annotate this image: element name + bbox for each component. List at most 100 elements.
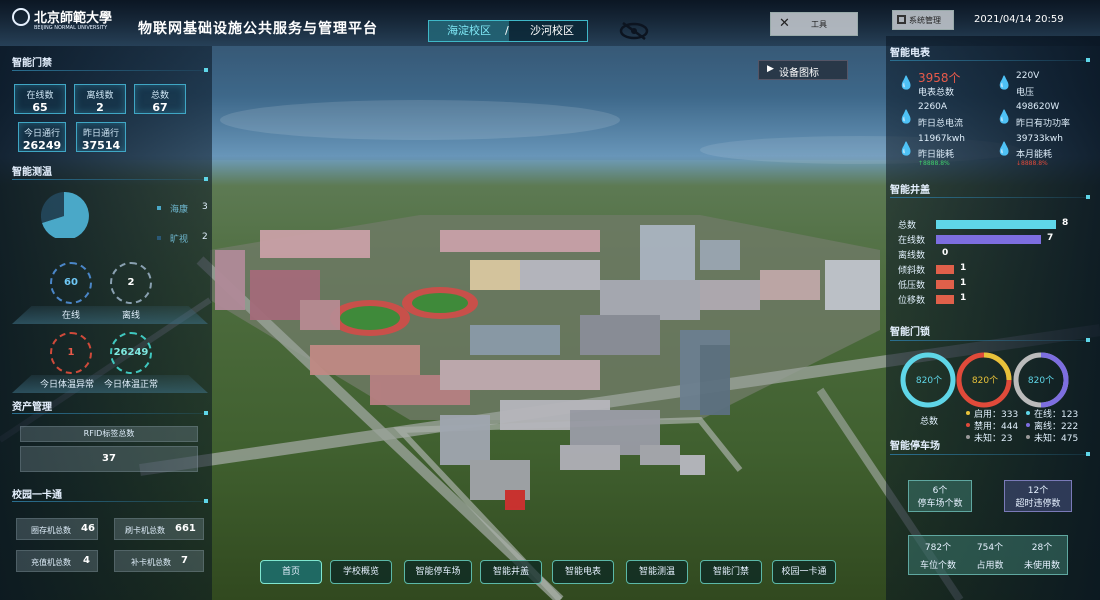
parking-spaces-used-value: 754个: [976, 543, 1004, 553]
device-icons-label: 设备图标: [779, 68, 819, 79]
lock-ring-online-value: 820个: [1027, 376, 1055, 386]
campus-card-divider: [12, 499, 208, 503]
parking-lot-label: 停车场个数: [917, 499, 963, 509]
card-reader-count[interactable]: 刷卡机总数 661: [114, 518, 204, 540]
access-control-title: 智能门禁: [12, 58, 52, 69]
nav-smart-manhole[interactable]: 智能井盖: [480, 560, 542, 584]
lock-stat-label: 未知：475: [1034, 434, 1079, 444]
temp-abnormal-ring[interactable]: 1: [50, 332, 92, 374]
tab-haidian-campus[interactable]: 海淀校区: [429, 21, 509, 41]
access-online-value: 65: [32, 101, 48, 114]
lock-ring-status-value: 820个: [971, 376, 999, 386]
access-offline-card[interactable]: 离线数 2: [74, 84, 126, 114]
university-logo-icon: [12, 8, 30, 26]
lock-stat-dot: [966, 411, 970, 415]
door-lock-title: 智能门锁: [890, 327, 930, 338]
card-reader-label: 刷卡机总数: [125, 526, 165, 535]
manhole-bar[interactable]: [936, 295, 954, 304]
card-reissue-value: 7: [181, 555, 188, 566]
temp-normal-ring[interactable]: 26249: [110, 332, 152, 374]
access-yesterday-value: 37514: [81, 139, 121, 152]
parking-spaces-panel[interactable]: 782个 车位个数 754个 占用数 28个 未使用数: [908, 535, 1068, 575]
manhole-bar[interactable]: [936, 220, 1056, 229]
meter-total-value: 3958个: [918, 71, 961, 85]
lock-stat-dot: [1026, 435, 1030, 439]
lock-ring-total-value: 820个: [915, 376, 943, 386]
hide-eye-icon[interactable]: [618, 20, 650, 42]
manhole-bar[interactable]: [936, 280, 954, 289]
rfid-label-box: RFID标签总数: [20, 426, 198, 442]
legend-value-megvii: 2: [202, 232, 208, 242]
rfid-value-box[interactable]: 37: [20, 446, 198, 472]
manhole-bar-value: 8: [1062, 218, 1069, 228]
temp-status-platform: [12, 306, 208, 324]
manhole-bar-label: 位移数: [898, 296, 926, 306]
access-online-label: 在线数: [26, 91, 54, 101]
meter-energy-month-change: ↓8888.8%: [1016, 160, 1048, 167]
manhole-bar[interactable]: [936, 265, 954, 274]
tools-label: 工具: [811, 20, 827, 29]
meter-energy-month-value: 39733kwh: [1016, 134, 1063, 144]
lock-stat-dot: [966, 423, 970, 427]
card-recharge-count[interactable]: 充值机总数 4: [16, 550, 98, 572]
nav-home[interactable]: 首页: [260, 560, 322, 584]
access-today-label: 今日通行: [23, 129, 60, 139]
access-online-card[interactable]: 在线数 65: [14, 84, 66, 114]
parking-overtime-value: 12个: [1027, 486, 1049, 496]
parking-spaces-free-value: 28个: [1031, 543, 1053, 553]
card-recharge-label: 充值机总数: [31, 558, 71, 567]
parking-lot-value: 6个: [932, 486, 948, 496]
meter-title: 智能电表: [890, 48, 930, 59]
temperature-divider: [12, 177, 208, 181]
card-reissue-count[interactable]: 补卡机总数 7: [114, 550, 204, 572]
nav-smart-temperature[interactable]: 智能测温: [626, 560, 688, 584]
university-logo-text: 北京師範大學: [34, 11, 113, 26]
system-management-button[interactable]: 系统管理: [892, 10, 954, 30]
meter-power-label: 昨日有功功率: [1016, 119, 1071, 129]
lock-stat-label: 未知：23: [974, 434, 1013, 444]
nav-campus-card[interactable]: 校园一卡通: [772, 560, 836, 584]
manhole-bar-value: 1: [960, 263, 967, 273]
nav-smart-parking[interactable]: 智能停车场: [404, 560, 472, 584]
tools-button[interactable]: ✕ 工具: [770, 12, 858, 36]
parking-spaces-total-value: 782个: [924, 543, 952, 553]
access-total-card[interactable]: 总数 67: [134, 84, 186, 114]
play-icon: ▶: [767, 64, 774, 74]
lock-stat-dot: [1026, 411, 1030, 415]
temp-online-ring[interactable]: 60: [50, 262, 92, 304]
drop-icon: 💧: [898, 76, 915, 91]
parking-lot-count[interactable]: 6个 停车场个数: [908, 480, 972, 512]
card-loader-count[interactable]: 圈存机总数 46: [16, 518, 98, 540]
parking-overtime-count[interactable]: 12个 超时违停数: [1004, 480, 1072, 512]
grid-icon: [897, 15, 906, 24]
temp-offline-label: 离线: [122, 311, 141, 321]
drop-icon: 💧: [898, 142, 915, 157]
drop-icon: 💧: [996, 110, 1013, 125]
device-icons-button[interactable]: ▶ 设备图标: [758, 60, 848, 80]
manhole-bar-value: 1: [960, 293, 967, 303]
access-yesterday-label: 昨日通行: [82, 129, 119, 139]
manhole-divider: [890, 195, 1090, 199]
manhole-bar-label: 在线数: [898, 236, 926, 246]
temp-online-label: 在线: [62, 311, 81, 321]
manhole-bar[interactable]: [936, 235, 1041, 244]
parking-divider: [890, 452, 1090, 456]
nav-smart-access[interactable]: 智能门禁: [700, 560, 762, 584]
meter-energy-yesterday-change: ↑8888.8%: [918, 160, 950, 167]
legend-label-megvii: 旷视: [170, 235, 189, 245]
manhole-bar-label: 低压数: [898, 281, 926, 291]
temperature-pie-chart[interactable]: [36, 188, 96, 238]
card-loader-label: 圈存机总数: [31, 526, 71, 535]
campus-card-title: 校园一卡通: [12, 490, 62, 501]
asset-management-title: 资产管理: [12, 402, 52, 413]
lock-stat-dot: [966, 435, 970, 439]
access-today-card[interactable]: 今日通行 26249: [18, 122, 66, 152]
nav-school-overview[interactable]: 学校概览: [330, 560, 392, 584]
temp-abnormal-label: 今日体温异常: [40, 380, 95, 390]
nav-smart-meter[interactable]: 智能电表: [552, 560, 614, 584]
access-yesterday-card[interactable]: 昨日通行 37514: [76, 122, 126, 152]
manhole-title: 智能井盖: [890, 185, 930, 196]
tab-shahe-campus[interactable]: 沙河校区: [517, 21, 587, 41]
temp-offline-ring[interactable]: 2: [110, 262, 152, 304]
drop-icon: 💧: [996, 76, 1013, 91]
